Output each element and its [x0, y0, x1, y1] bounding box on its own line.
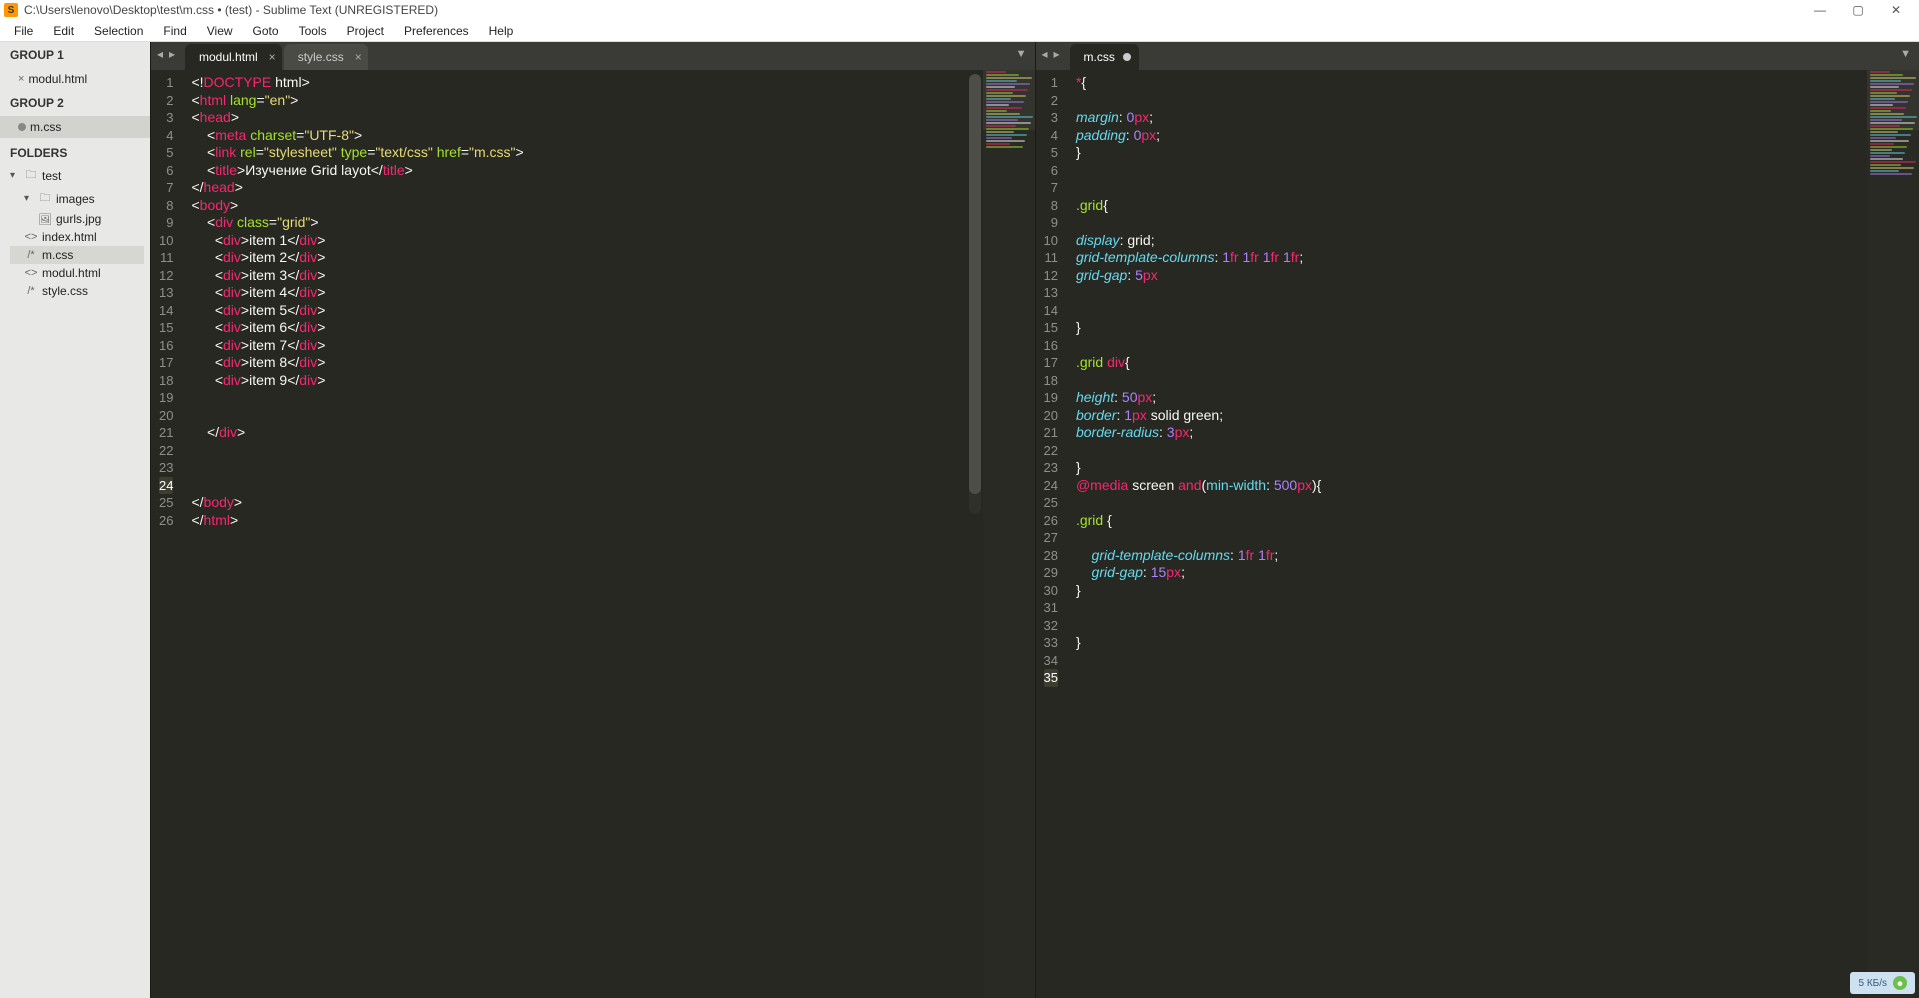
tree-file-gurls[interactable]: 🖼gurls.jpg: [10, 210, 144, 228]
editor-right[interactable]: 1234567891011121314151617181920212223242…: [1036, 70, 1919, 998]
group1-file[interactable]: × modul.html: [0, 68, 150, 90]
tab-close-icon[interactable]: ×: [269, 50, 276, 64]
tab-style-css[interactable]: style.css×: [284, 44, 368, 70]
title-bar: S C:\Users\lenovo\Desktop\test\m.css • (…: [0, 0, 1919, 20]
tree-file-index[interactable]: <>index.html: [10, 228, 144, 246]
menu-selection[interactable]: Selection: [84, 22, 153, 40]
tree-file-modul[interactable]: <>modul.html: [10, 264, 144, 282]
tabs-dropdown-icon[interactable]: ▼: [1900, 48, 1911, 60]
dirty-dot-icon: [18, 123, 26, 131]
tree-file-style[interactable]: /*style.css: [10, 282, 144, 300]
menu-preferences[interactable]: Preferences: [394, 22, 479, 40]
window-title: C:\Users\lenovo\Desktop\test\m.css • (te…: [24, 3, 438, 17]
tab-close-icon[interactable]: ×: [355, 50, 362, 64]
tree-folder-images[interactable]: ▾🗀images: [10, 187, 144, 210]
editor-pane-left: ◂▸ modul.html× style.css× ▼ 123456789101…: [150, 42, 1035, 998]
group2-header: GROUP 2: [0, 90, 150, 116]
code-right[interactable]: *{margin: 0px;padding: 0px;}.grid{displa…: [1068, 70, 1919, 998]
menu-file[interactable]: File: [4, 22, 43, 40]
tabs-dropdown-icon[interactable]: ▼: [1016, 48, 1027, 60]
tab-bar-left: ◂▸ modul.html× style.css× ▼: [151, 42, 1035, 70]
tab-nav-prev[interactable]: ◂: [1040, 47, 1050, 61]
close-window-button[interactable]: ✕: [1877, 1, 1915, 19]
folder-tree: ▾🗀test ▾🗀images 🖼gurls.jpg <>index.html …: [0, 164, 150, 308]
watermark: 5 КБ/s ☻: [1850, 972, 1915, 994]
menu-tools[interactable]: Tools: [289, 22, 337, 40]
close-icon[interactable]: ×: [18, 73, 24, 85]
editor-pane-right: ◂▸ m.css ▼ 12345678910111213141516171819…: [1035, 42, 1919, 998]
gutter-left: 1234567891011121314151617181920212223242…: [151, 70, 183, 998]
minimize-button[interactable]: —: [1801, 1, 1839, 19]
menu-find[interactable]: Find: [153, 22, 196, 40]
dirty-dot-icon: [1123, 53, 1131, 61]
tab-bar-right: ◂▸ m.css ▼: [1036, 42, 1919, 70]
menu-goto[interactable]: Goto: [243, 22, 289, 40]
folders-header: FOLDERS: [0, 138, 150, 164]
gutter-right: 1234567891011121314151617181920212223242…: [1036, 70, 1068, 998]
minimap-left[interactable]: [983, 70, 1035, 998]
scrollbar-vertical[interactable]: [969, 74, 981, 514]
tab-modul-html[interactable]: modul.html×: [185, 44, 282, 70]
tab-m-css[interactable]: m.css: [1070, 44, 1139, 70]
tab-nav-next[interactable]: ▸: [1052, 47, 1062, 61]
tab-nav-next[interactable]: ▸: [167, 47, 177, 61]
tree-file-mcss[interactable]: /*m.css: [10, 246, 144, 264]
code-left[interactable]: <!DOCTYPE html><html lang="en"><head> <m…: [183, 70, 1034, 998]
menu-bar: File Edit Selection Find View Goto Tools…: [0, 20, 1919, 42]
menu-view[interactable]: View: [197, 22, 243, 40]
maximize-button[interactable]: ▢: [1839, 1, 1877, 19]
app-icon: S: [4, 3, 18, 17]
tab-nav-prev[interactable]: ◂: [155, 47, 165, 61]
group2-file[interactable]: m.css: [0, 116, 150, 138]
sidebar: GROUP 1 × modul.html GROUP 2 m.css FOLDE…: [0, 42, 150, 998]
menu-edit[interactable]: Edit: [43, 22, 84, 40]
editor-left[interactable]: 1234567891011121314151617181920212223242…: [151, 70, 1035, 998]
menu-help[interactable]: Help: [479, 22, 524, 40]
watermark-icon: ☻: [1893, 976, 1907, 990]
group1-header: GROUP 1: [0, 42, 150, 68]
menu-project[interactable]: Project: [337, 22, 394, 40]
tree-root[interactable]: ▾🗀test: [10, 164, 144, 187]
minimap-right[interactable]: [1867, 70, 1919, 998]
